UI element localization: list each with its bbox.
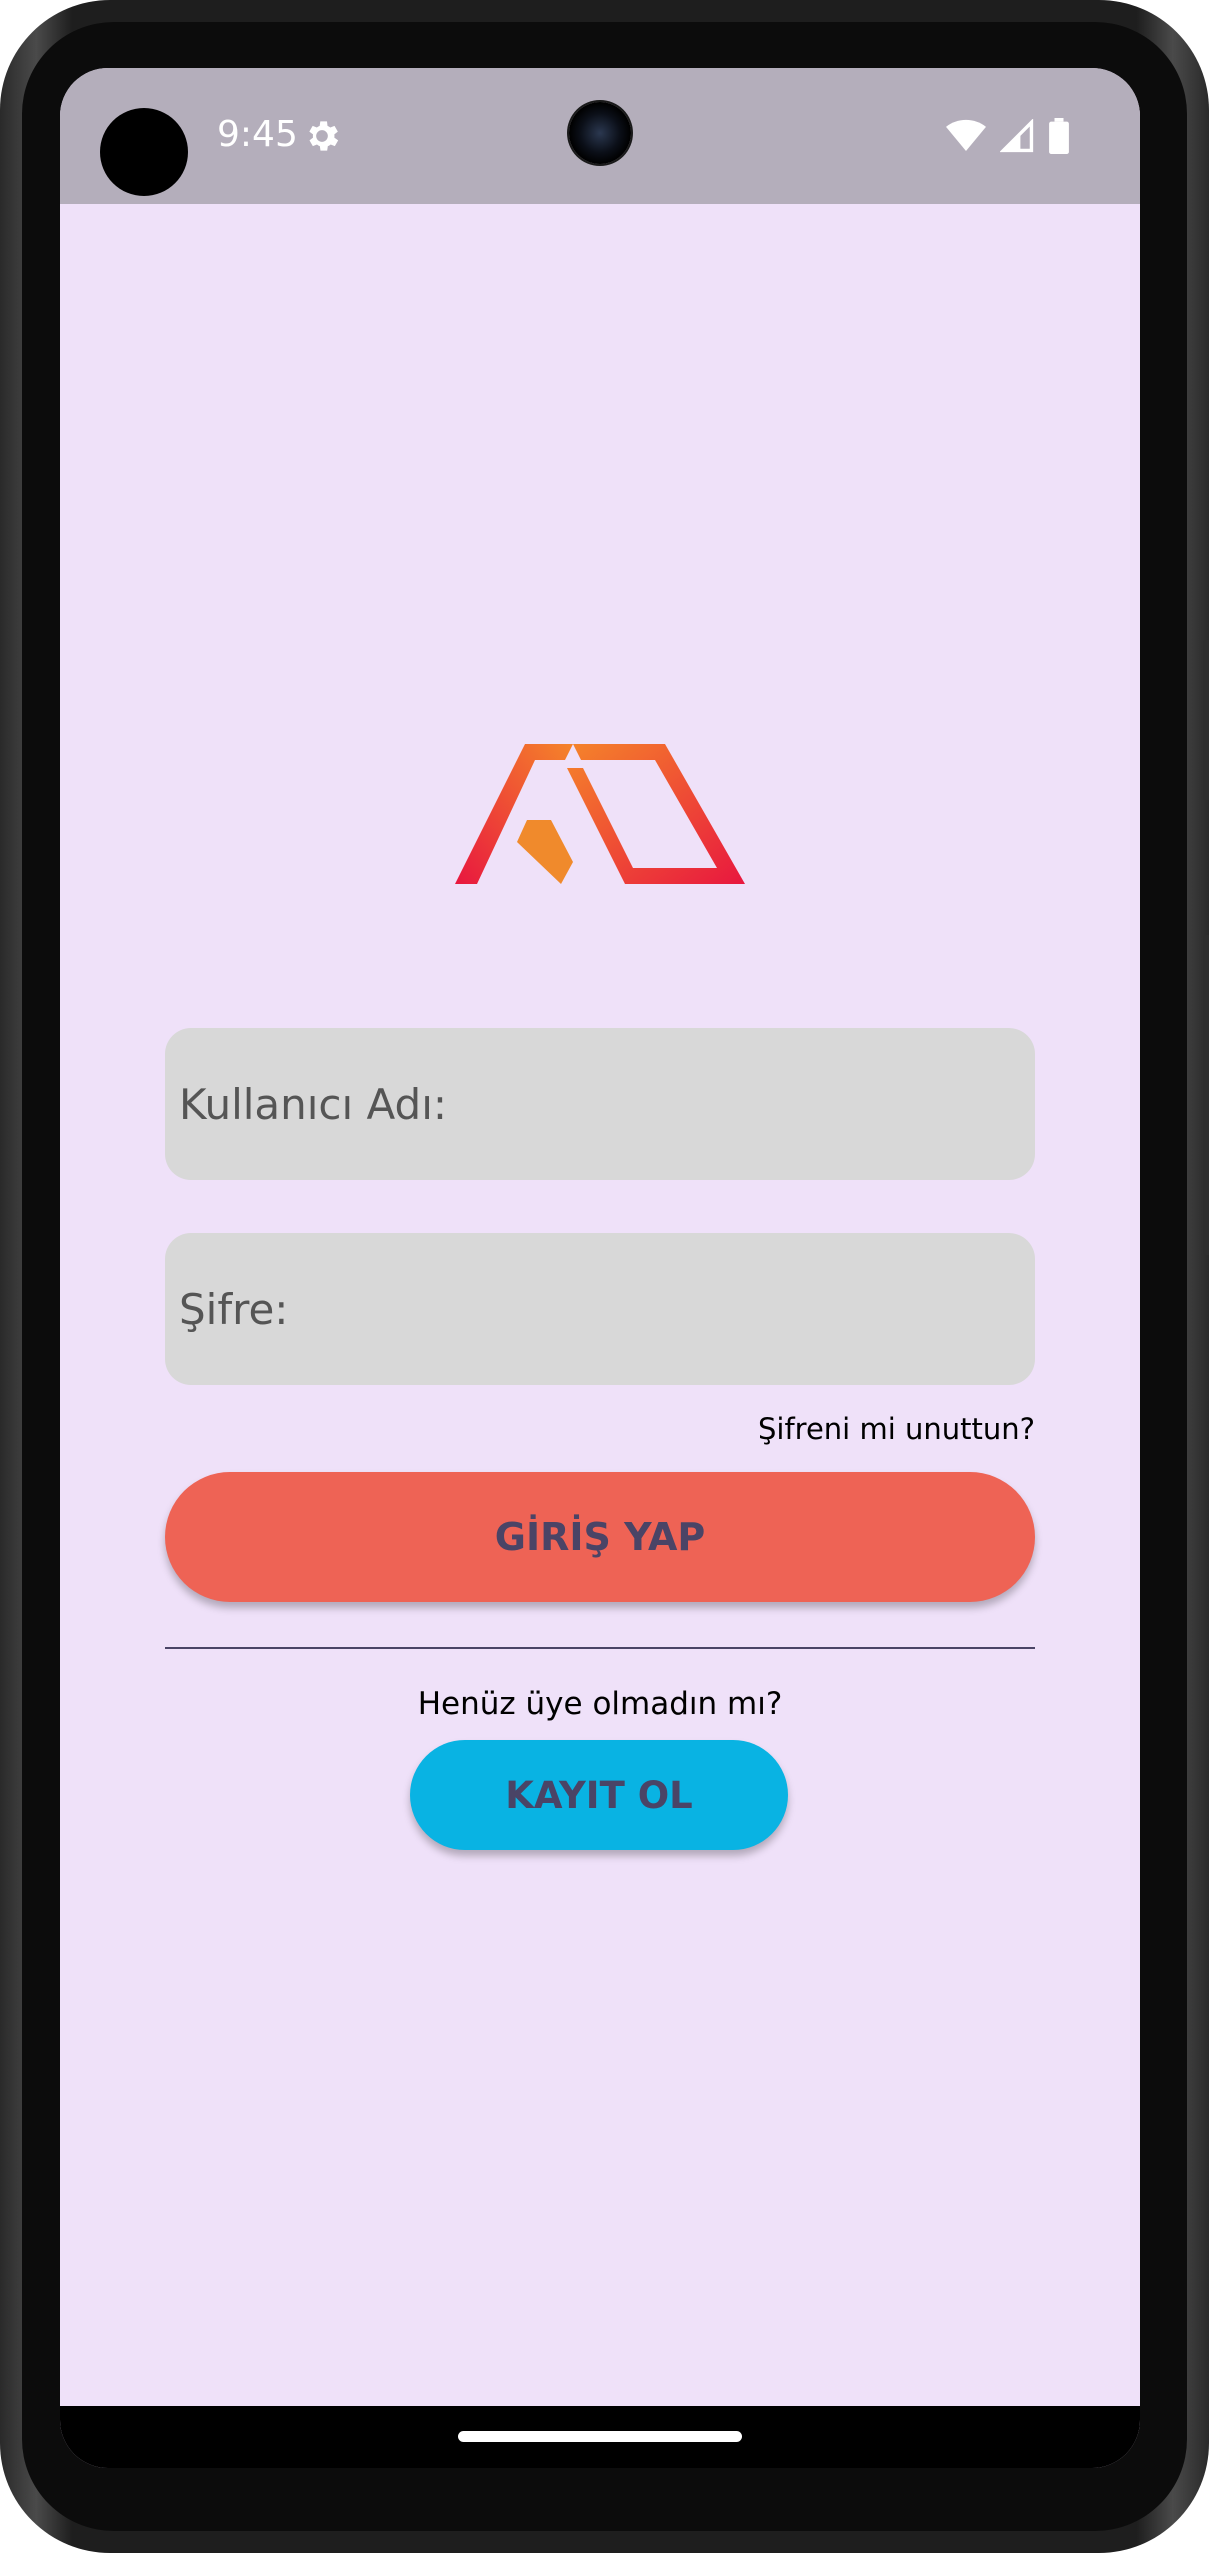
power-button — [1203, 640, 1209, 800]
login-screen: Kullanıcı Adı: Şifre: Şifreni mi unuttun… — [60, 204, 1140, 2468]
forgot-password-link[interactable]: Şifreni mi unuttun? — [758, 1412, 1035, 1446]
username-placeholder: Kullanıcı Adı: — [179, 1079, 448, 1129]
status-icons — [946, 118, 1070, 154]
screen: 9:45 Kullanıcı Adı: Şifre: Şifreni mi un… — [60, 68, 1140, 2468]
front-camera — [569, 102, 631, 164]
home-gesture-handle[interactable] — [458, 2431, 742, 2442]
signup-prompt: Henüz üye olmadın mı? — [417, 1686, 783, 1722]
username-field[interactable]: Kullanıcı Adı: — [165, 1028, 1035, 1180]
divider — [165, 1647, 1035, 1649]
battery-icon — [1049, 118, 1069, 154]
app-logo — [455, 744, 745, 884]
wifi-icon — [946, 119, 986, 151]
phone-frame: 9:45 Kullanıcı Adı: Şifre: Şifreni mi un… — [0, 0, 1209, 2553]
status-time: 9:45 — [217, 114, 298, 155]
volume-button — [1203, 935, 1209, 1255]
password-placeholder: Şifre: — [179, 1284, 289, 1334]
status-bar: 9:45 — [60, 68, 1140, 204]
signup-button[interactable]: KAYIT OL — [410, 1740, 788, 1850]
screen-record-indicator — [100, 108, 188, 196]
signal-icon — [1000, 119, 1034, 153]
password-field[interactable]: Şifre: — [165, 1233, 1035, 1385]
settings-gear-icon — [309, 121, 339, 151]
login-button[interactable]: GİRİŞ YAP — [165, 1472, 1035, 1602]
